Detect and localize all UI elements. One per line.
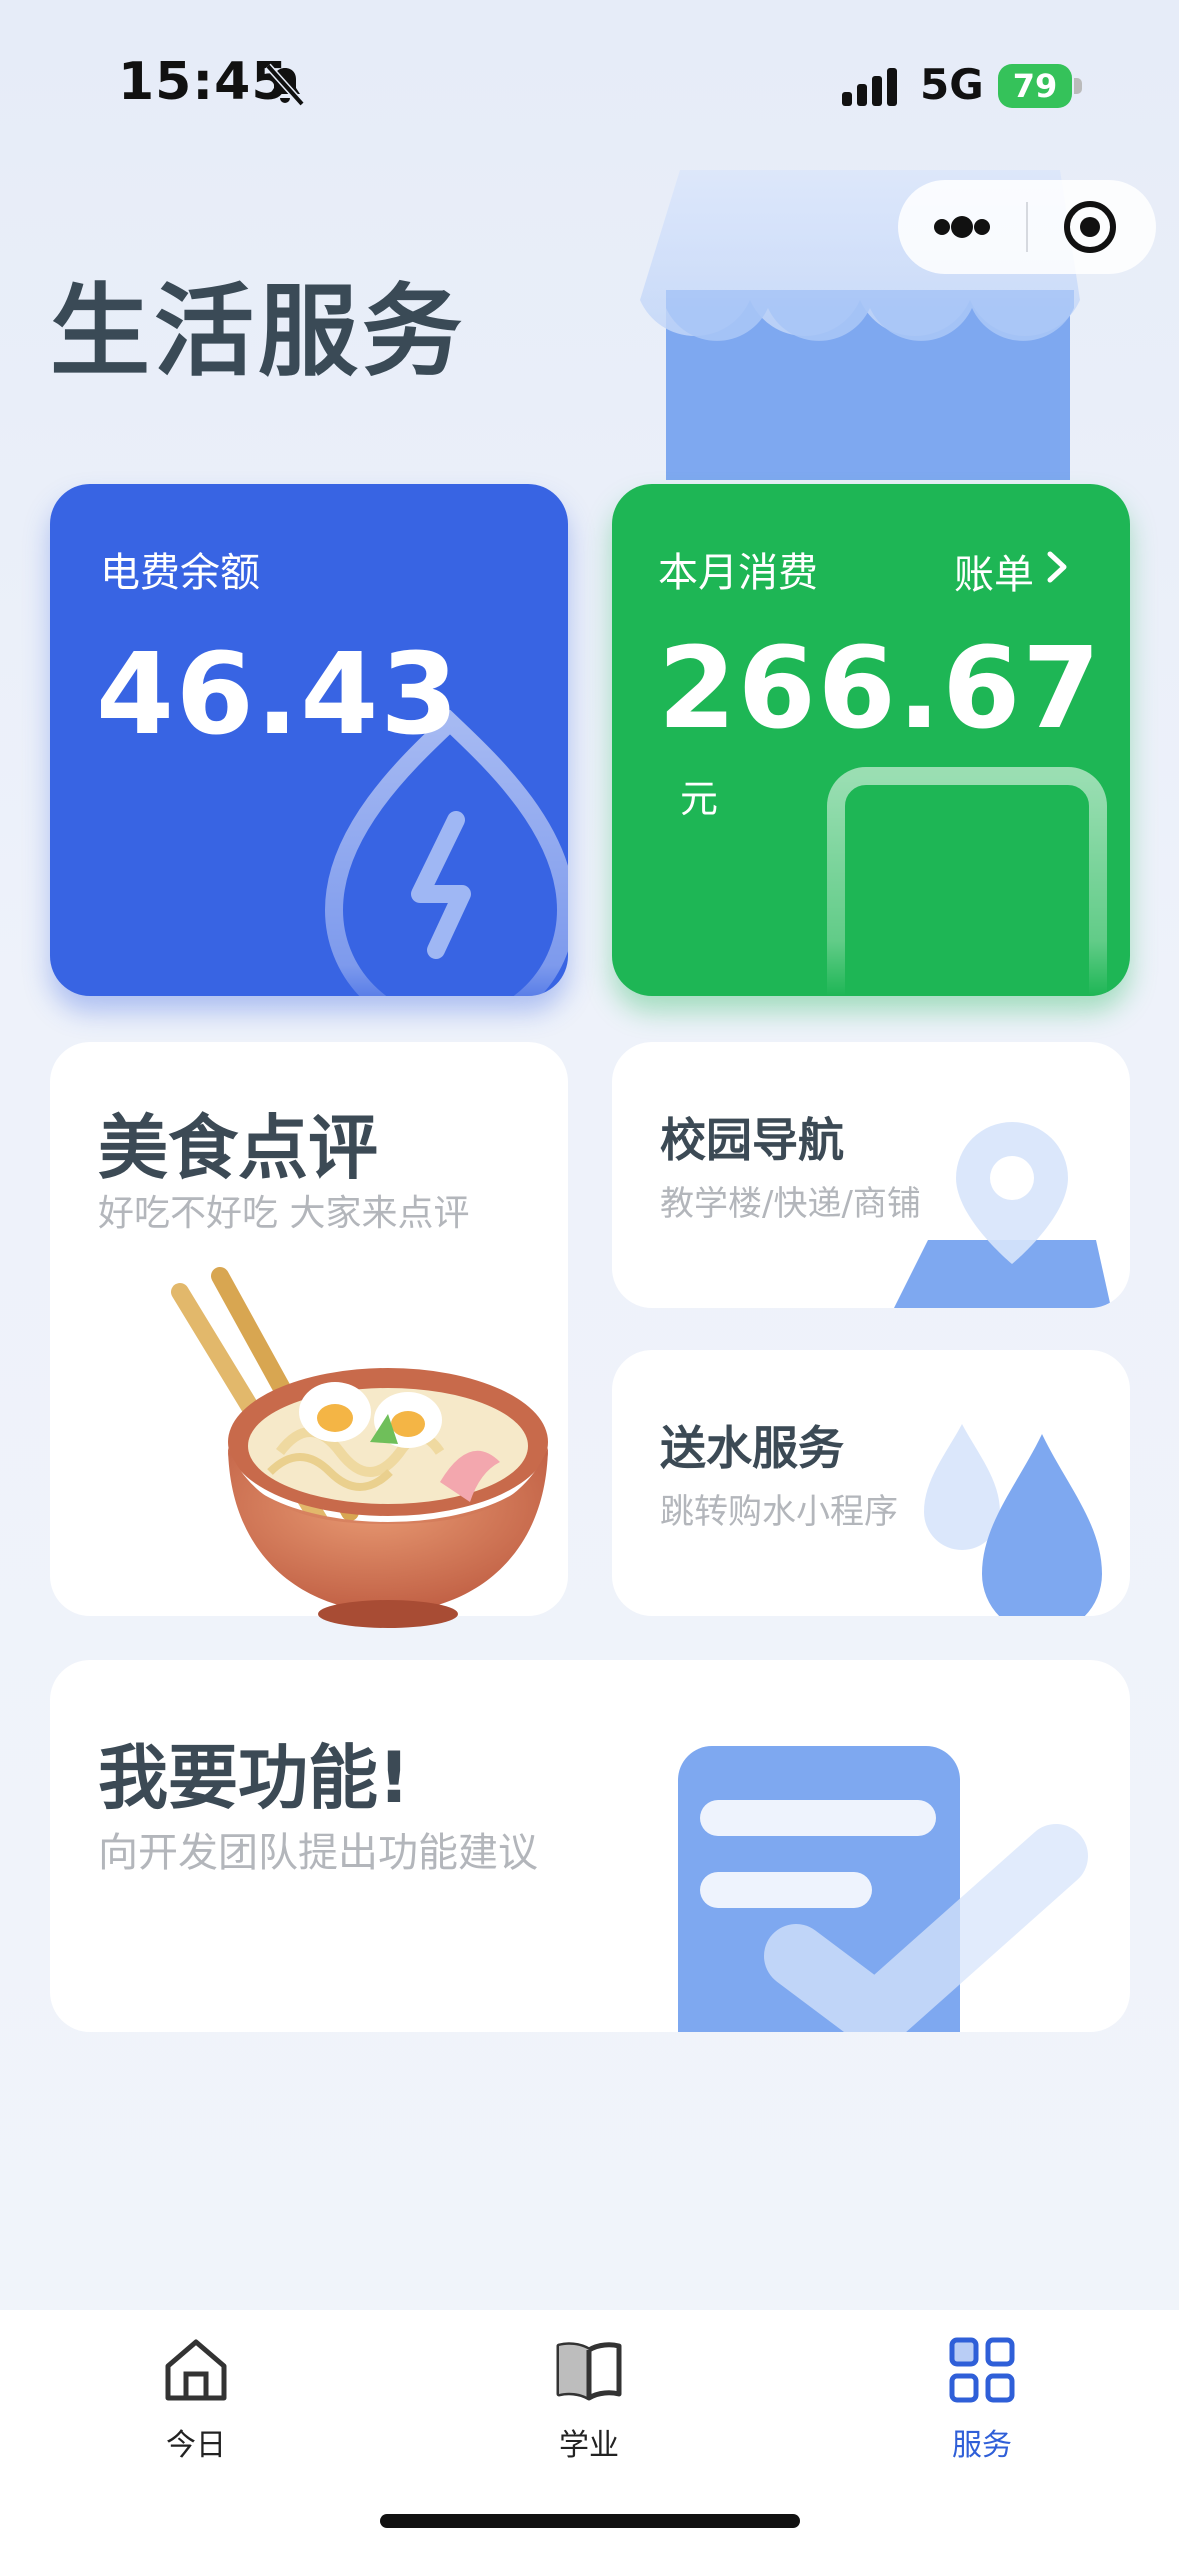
map-pin-icon <box>894 1122 1112 1308</box>
electricity-drop-icon <box>324 710 568 996</box>
monthly-spend-label: 本月消费 <box>658 550 818 596</box>
page-title: 生活服务 <box>50 273 466 390</box>
miniprogram-capsule <box>898 180 1156 274</box>
receipt-decoration-icon <box>827 767 1107 996</box>
feature-request-card[interactable]: 我要功能! 向开发团队提出功能建议 <box>50 1660 1130 2032</box>
battery-tip <box>1074 78 1082 94</box>
campus-nav-subtitle: 教学楼/快递/商铺 <box>660 1184 921 1224</box>
status-bar: 15:45 5G 79 <box>0 0 1179 170</box>
more-icon[interactable] <box>898 180 1026 274</box>
noodle-bowl-icon <box>171 1267 548 1628</box>
battery-level: 79 <box>1012 67 1058 105</box>
monthly-spend-value: 266.67 <box>658 624 1103 754</box>
campus-nav-title: 校园导航 <box>660 1113 844 1167</box>
water-drop-icon <box>924 1424 1102 1616</box>
campus-nav-card[interactable]: 校园导航 教学楼/快递/商铺 <box>612 1042 1130 1308</box>
water-delivery-subtitle: 跳转购水小程序 <box>660 1492 898 1532</box>
water-delivery-title: 送水服务 <box>660 1421 844 1475</box>
chevron-right-icon <box>1047 551 1067 583</box>
tab-today-label: 今日 <box>166 2428 226 2463</box>
monthly-spend-card[interactable]: 本月消费 账单 266.67 元 <box>612 484 1130 996</box>
feature-request-title: 我要功能! <box>98 1737 410 1819</box>
tab-academic[interactable]: 学业 <box>489 2326 689 2476</box>
electricity-balance-card[interactable]: 电费余额 46.43 <box>50 484 568 996</box>
monthly-spend-unit: 元 <box>680 777 719 821</box>
water-delivery-card[interactable]: 送水服务 跳转购水小程序 <box>612 1350 1130 1616</box>
book-icon <box>556 2342 622 2401</box>
food-review-subtitle: 好吃不好吃 大家来点评 <box>98 1193 470 1234</box>
grid-icon <box>949 2337 1015 2403</box>
tab-services[interactable]: 服务 <box>882 2326 1082 2476</box>
home-indicator[interactable] <box>380 2514 800 2528</box>
tab-today[interactable]: 今日 <box>96 2326 296 2476</box>
battery-indicator: 79 <box>998 64 1082 108</box>
close-miniprogram-icon[interactable] <box>1028 180 1156 274</box>
home-icon <box>165 2339 227 2401</box>
signal-icon <box>842 68 897 106</box>
food-review-card[interactable]: 美食点评 好吃不好吃 大家来点评 <box>50 1042 568 1628</box>
feature-request-subtitle: 向开发团队提出功能建议 <box>98 1830 538 1876</box>
tab-academic-label: 学业 <box>559 2428 619 2463</box>
tab-services-label: 服务 <box>952 2428 1012 2463</box>
bill-link[interactable]: 账单 <box>954 542 1034 600</box>
food-review-title: 美食点评 <box>98 1107 378 1189</box>
network-type: 5G <box>920 60 984 109</box>
electricity-label: 电费余额 <box>100 550 260 596</box>
bell-off-icon <box>265 63 305 107</box>
feedback-document-icon <box>678 1746 1088 2032</box>
